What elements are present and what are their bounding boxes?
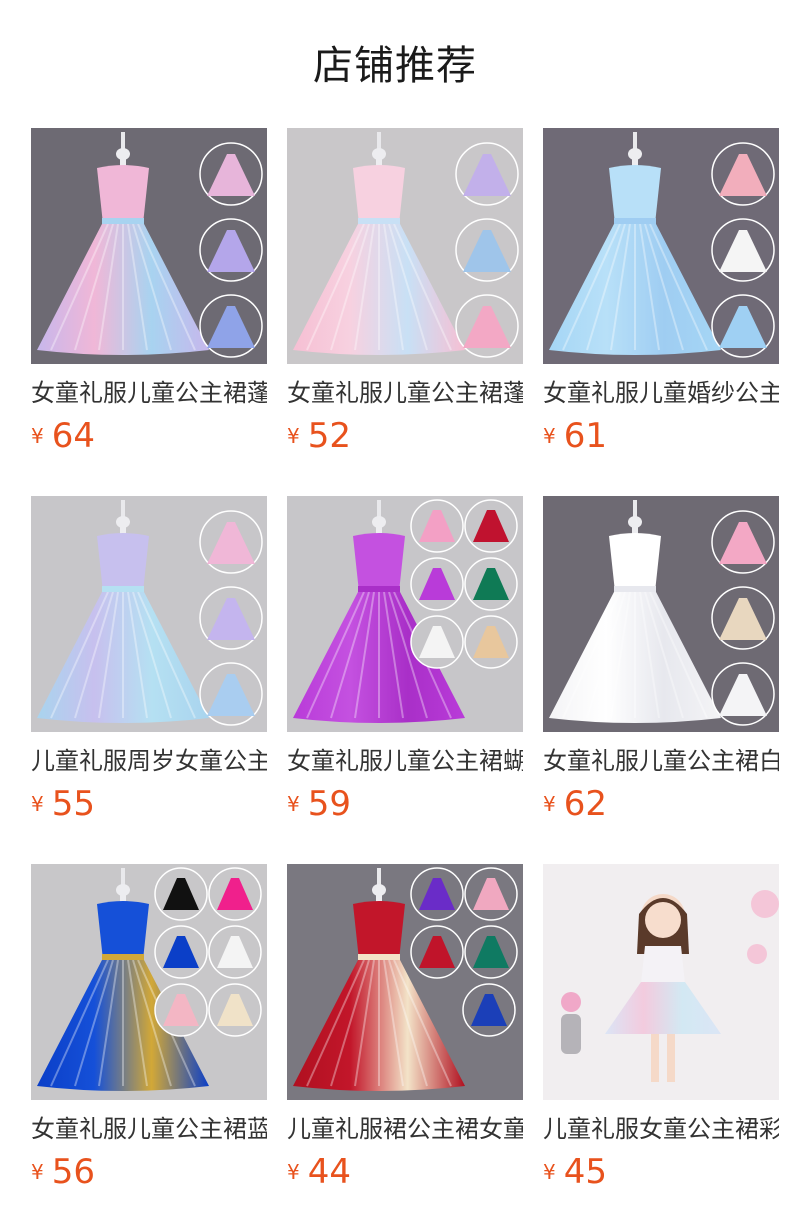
product-image-pastel-gown-image[interactable] <box>31 496 267 732</box>
product-name[interactable]: 儿童礼服周岁女童公主裙 <box>31 744 267 778</box>
product-card[interactable]: 女童礼服儿童公主裙蓬蓬纱 ¥64 <box>31 128 267 496</box>
product-image-blue-gown-image[interactable] <box>543 128 779 364</box>
product-image-model-photo-image[interactable] <box>543 864 779 1100</box>
product-name[interactable]: 儿童礼服裙公主裙女童 <box>287 1112 523 1146</box>
product-price: ¥56 <box>31 1152 95 1192</box>
product-card[interactable]: 儿童礼服周岁女童公主裙 ¥55 <box>31 496 267 864</box>
product-price: ¥64 <box>31 416 95 456</box>
product-name[interactable]: 女童礼服儿童公主裙白色 <box>543 744 779 778</box>
product-price: ¥61 <box>543 416 607 456</box>
product-card[interactable]: 女童礼服儿童公主裙蓬蓬纱 ¥52 <box>287 128 523 496</box>
product-name[interactable]: 女童礼服儿童公主裙蓬蓬纱 <box>31 376 267 410</box>
product-card[interactable]: 女童礼服儿童公主裙白色 ¥62 <box>543 496 779 864</box>
price-amount: 52 <box>307 416 351 456</box>
product-name[interactable]: 女童礼服儿童婚纱公主裙 <box>543 376 779 410</box>
page-title: 店铺推荐 <box>313 43 477 89</box>
currency-symbol: ¥ <box>287 1160 300 1184</box>
product-card[interactable]: 女童礼服儿童婚纱公主裙 ¥61 <box>543 128 779 496</box>
product-price: ¥62 <box>543 784 607 824</box>
product-grid: 女童礼服儿童公主裙蓬蓬纱 ¥64 女童礼服儿童公主裙蓬蓬纱 ¥52 女童礼服儿童… <box>31 128 790 1232</box>
product-image-royal-blue-gown-image[interactable] <box>31 864 267 1100</box>
currency-symbol: ¥ <box>543 792 556 816</box>
price-amount: 44 <box>307 1152 351 1192</box>
price-amount: 45 <box>563 1152 607 1192</box>
product-name[interactable]: 女童礼服儿童公主裙蓝色 <box>31 1112 267 1146</box>
currency-symbol: ¥ <box>287 424 300 448</box>
product-name[interactable]: 女童礼服儿童公主裙蓬蓬纱 <box>287 376 523 410</box>
product-image-red-gown-image[interactable] <box>287 864 523 1100</box>
currency-symbol: ¥ <box>543 1160 556 1184</box>
price-amount: 55 <box>51 784 95 824</box>
product-price: ¥44 <box>287 1152 351 1192</box>
product-image-white-gown-image[interactable] <box>543 496 779 732</box>
product-image-pink-gown-image[interactable] <box>287 128 523 364</box>
price-amount: 61 <box>563 416 607 456</box>
product-card[interactable]: 儿童礼服女童公主裙彩虹 ¥45 <box>543 864 779 1232</box>
product-name[interactable]: 儿童礼服女童公主裙彩虹 <box>543 1112 779 1146</box>
price-amount: 62 <box>563 784 607 824</box>
product-price: ¥55 <box>31 784 95 824</box>
product-card[interactable]: 儿童礼服裙公主裙女童 ¥44 <box>287 864 523 1232</box>
currency-symbol: ¥ <box>31 1160 44 1184</box>
product-card[interactable]: 女童礼服儿童公主裙蝴蝶结 ¥59 <box>287 496 523 864</box>
product-price: ¥45 <box>543 1152 607 1192</box>
currency-symbol: ¥ <box>543 424 556 448</box>
currency-symbol: ¥ <box>31 424 44 448</box>
product-price: ¥59 <box>287 784 351 824</box>
currency-symbol: ¥ <box>31 792 44 816</box>
price-amount: 64 <box>51 416 95 456</box>
product-name[interactable]: 女童礼服儿童公主裙蝴蝶结 <box>287 744 523 778</box>
currency-symbol: ¥ <box>287 792 300 816</box>
product-price: ¥52 <box>287 416 351 456</box>
product-card[interactable]: 女童礼服儿童公主裙蓝色 ¥56 <box>31 864 267 1232</box>
price-amount: 56 <box>51 1152 95 1192</box>
product-image-rainbow-gown-image[interactable] <box>31 128 267 364</box>
product-image-purple-gown-image[interactable] <box>287 496 523 732</box>
price-amount: 59 <box>307 784 351 824</box>
